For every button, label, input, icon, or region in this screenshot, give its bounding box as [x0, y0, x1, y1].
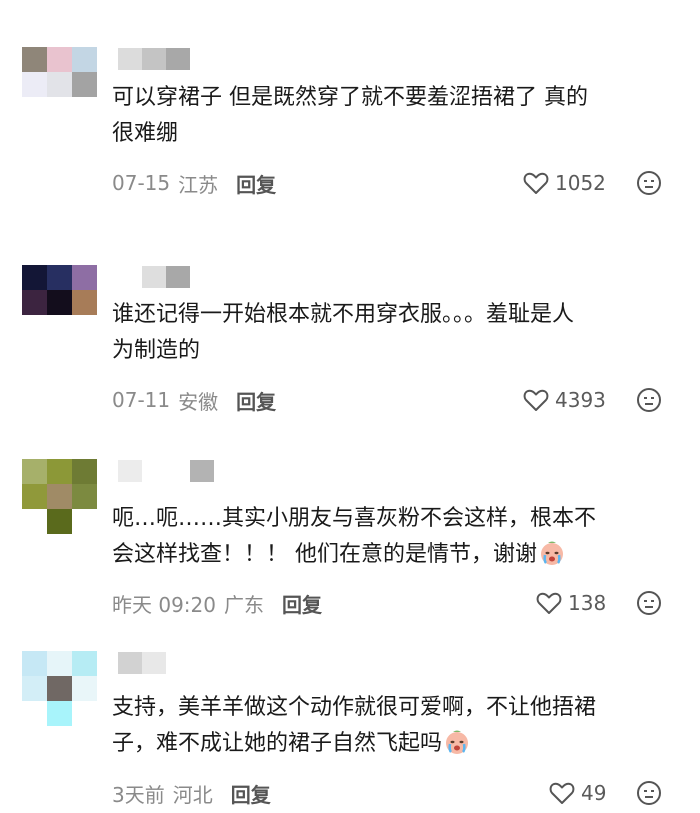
mosaic-block	[22, 265, 47, 290]
reply-button[interactable]: 回复	[231, 779, 271, 808]
comment-text: 呃…呃……其实小朋友与喜灰粉不会这样，根本不 会这样找查！！！ 他们在意的是情节…	[112, 501, 672, 573]
mosaic-block	[72, 651, 97, 676]
mosaic-block	[72, 676, 97, 701]
comment-date: 3天前	[112, 782, 165, 807]
like-button[interactable]: 1052	[523, 169, 606, 197]
mosaic-block	[22, 459, 47, 484]
mosaic-block	[72, 97, 97, 122]
like-button[interactable]: 4393	[523, 386, 606, 414]
mosaic-block	[22, 509, 47, 534]
username[interactable]	[118, 266, 190, 288]
heart-icon	[536, 592, 562, 614]
dislike-face-icon[interactable]	[636, 387, 662, 413]
dislike-face-icon[interactable]	[636, 590, 662, 616]
avatar[interactable]	[22, 651, 97, 726]
mosaic-block	[47, 315, 72, 340]
comment-meta: 昨天 09:20 广东 回复	[112, 589, 322, 617]
like-count: 138	[568, 591, 607, 615]
comment-meta: 07-11 安徽 回复	[112, 386, 276, 414]
comment-text: 可以穿裙子 但是既然穿了就不要羞涩捂裙了 真的 很难绷	[112, 85, 588, 146]
mosaic-block	[22, 97, 47, 122]
like-count: 1052	[555, 171, 606, 195]
like-button[interactable]: 138	[536, 589, 606, 617]
like-count: 49	[581, 781, 607, 805]
mosaic-block	[142, 266, 166, 288]
username[interactable]	[118, 652, 166, 674]
mosaic-block	[142, 652, 166, 674]
avatar[interactable]	[22, 265, 97, 340]
mosaic-block	[72, 484, 97, 509]
mosaic-block	[47, 47, 72, 72]
mosaic-block	[47, 97, 72, 122]
mosaic-block	[47, 484, 72, 509]
mosaic-block	[166, 266, 190, 288]
reply-button[interactable]: 回复	[282, 589, 322, 618]
mosaic-block	[47, 676, 72, 701]
crying-face-emoji-icon	[541, 541, 563, 565]
mosaic-block	[190, 460, 214, 482]
mosaic-block	[72, 72, 97, 97]
comment-text-body: 支持，美羊羊做这个动作就很可爱啊，不让他捂裙 子，难不成让她的裙子自然飞起吗	[112, 695, 597, 756]
mosaic-block	[47, 701, 72, 726]
mosaic-block	[72, 315, 97, 340]
reply-button[interactable]: 回复	[236, 386, 276, 415]
mosaic-block	[22, 72, 47, 97]
username[interactable]	[118, 460, 214, 482]
mosaic-block	[22, 484, 47, 509]
mosaic-block	[22, 290, 47, 315]
like-count: 4393	[555, 388, 606, 412]
crying-face-emoji-icon	[446, 730, 469, 754]
mosaic-block	[22, 47, 47, 72]
avatar[interactable]	[22, 459, 97, 534]
comment-date: 07-15	[112, 171, 171, 195]
mosaic-block	[22, 651, 47, 676]
comment-meta: 07-15 江苏 回复	[112, 169, 276, 197]
mosaic-block	[22, 315, 47, 340]
avatar[interactable]	[22, 47, 97, 122]
like-button[interactable]: 49	[549, 779, 606, 807]
mosaic-block	[166, 460, 190, 482]
heart-icon	[523, 389, 549, 411]
dislike-face-icon[interactable]	[636, 170, 662, 196]
comment-text: 支持，美羊羊做这个动作就很可爱啊，不让他捂裙 子，难不成让她的裙子自然飞起吗	[112, 690, 672, 762]
mosaic-block	[72, 459, 97, 484]
comment-text: 谁还记得一开始根本就不用穿衣服。。。羞耻是人 为制造的	[112, 302, 575, 363]
mosaic-block	[72, 290, 97, 315]
comment-text-body: 呃…呃……其实小朋友与喜灰粉不会这样，根本不 会这样找查！！！ 他们在意的是情节…	[112, 506, 597, 567]
comment-location: 安徽	[178, 389, 219, 414]
comment-location: 广东	[224, 592, 264, 617]
mosaic-block	[166, 48, 190, 70]
mosaic-block	[72, 509, 97, 534]
mosaic-block	[72, 47, 97, 72]
heart-icon	[523, 172, 549, 194]
heart-icon	[549, 782, 575, 804]
mosaic-block	[47, 265, 72, 290]
mosaic-block	[47, 290, 72, 315]
comment-date: 昨天 09:20	[112, 592, 216, 617]
mosaic-block	[118, 266, 142, 288]
mosaic-block	[47, 459, 72, 484]
username[interactable]	[118, 48, 190, 70]
mosaic-block	[72, 701, 97, 726]
comment-date: 07-11	[112, 388, 171, 412]
mosaic-block	[118, 652, 142, 674]
mosaic-block	[142, 48, 166, 70]
mosaic-block	[47, 651, 72, 676]
mosaic-block	[72, 265, 97, 290]
mosaic-block	[118, 460, 142, 482]
mosaic-block	[22, 701, 47, 726]
mosaic-block	[47, 72, 72, 97]
mosaic-block	[47, 509, 72, 534]
mosaic-block	[22, 676, 47, 701]
mosaic-block	[118, 48, 142, 70]
comment-meta: 3天前 河北 回复	[112, 779, 271, 807]
mosaic-block	[142, 460, 166, 482]
comment-location: 江苏	[178, 172, 219, 197]
dislike-face-icon[interactable]	[636, 780, 662, 806]
comment-location: 河北	[172, 782, 213, 807]
reply-button[interactable]: 回复	[236, 169, 276, 198]
